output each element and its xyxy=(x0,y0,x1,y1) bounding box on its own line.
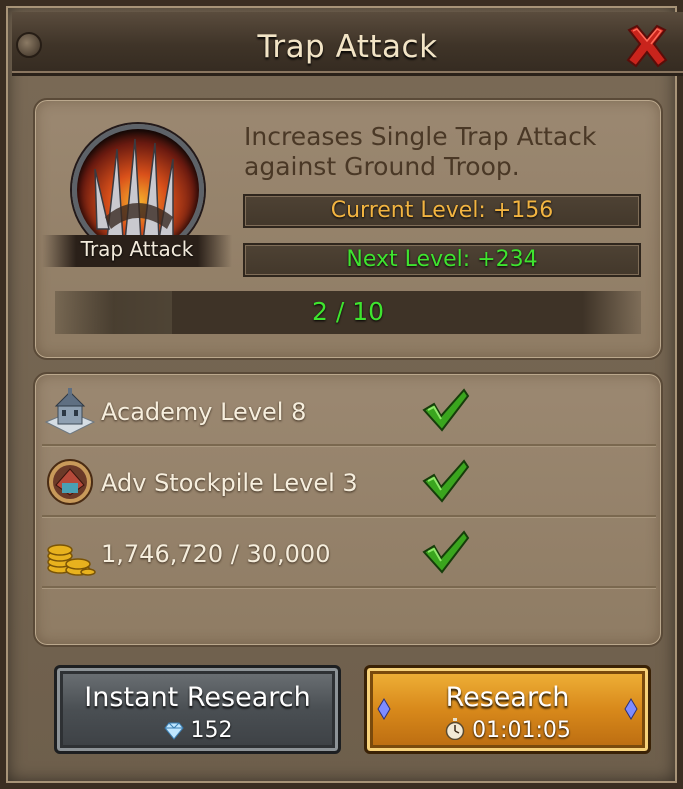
requirement-row: Academy Level 8 xyxy=(42,376,656,446)
requirement-label: Academy Level 8 xyxy=(101,398,307,426)
instant-research-label: Instant Research xyxy=(84,682,311,713)
gem-cost-value: 152 xyxy=(190,718,233,743)
instant-research-cost: 152 xyxy=(57,718,338,743)
skill-name-label: Trap Attack xyxy=(80,237,194,261)
academy-icon xyxy=(44,386,96,436)
research-progress-bar: 2 / 10 xyxy=(55,291,641,334)
close-button[interactable] xyxy=(623,22,671,70)
research-time: 01:01:05 xyxy=(367,718,648,743)
close-icon xyxy=(626,24,668,68)
progress-text: 2 / 10 xyxy=(311,297,385,326)
dialog-title: Trap Attack xyxy=(257,29,438,65)
stopwatch-icon xyxy=(445,718,465,741)
gem-icon xyxy=(163,722,184,740)
research-label: Research xyxy=(445,682,570,713)
gold-requirement-label: 1,746,720 / 30,000 xyxy=(101,540,331,568)
current-level-bar: Current Level: +156 xyxy=(243,194,641,228)
title-bar: Trap Attack xyxy=(12,12,683,76)
research-time-value: 01:01:05 xyxy=(472,718,571,743)
skill-description: Increases Single Trap Attack against Gro… xyxy=(244,122,597,181)
instant-research-button[interactable]: Instant Research 152 xyxy=(54,665,341,754)
adv-stockpile-icon xyxy=(44,457,96,507)
checkmark-icon xyxy=(422,459,470,503)
requirement-label: Adv Stockpile Level 3 xyxy=(101,469,358,497)
research-button[interactable]: Research 01:01:05 xyxy=(364,665,651,754)
next-level-bar: Next Level: +234 xyxy=(243,243,641,277)
research-dialog: Trap Attack Trap Attack Increases Single… xyxy=(0,0,683,789)
requirement-row: 1,746,720 / 30,000 xyxy=(42,518,656,588)
gold-coins-icon xyxy=(44,528,96,578)
checkmark-icon xyxy=(422,388,470,432)
checkmark-icon xyxy=(422,530,470,574)
requirement-row: Adv Stockpile Level 3 xyxy=(42,447,656,517)
